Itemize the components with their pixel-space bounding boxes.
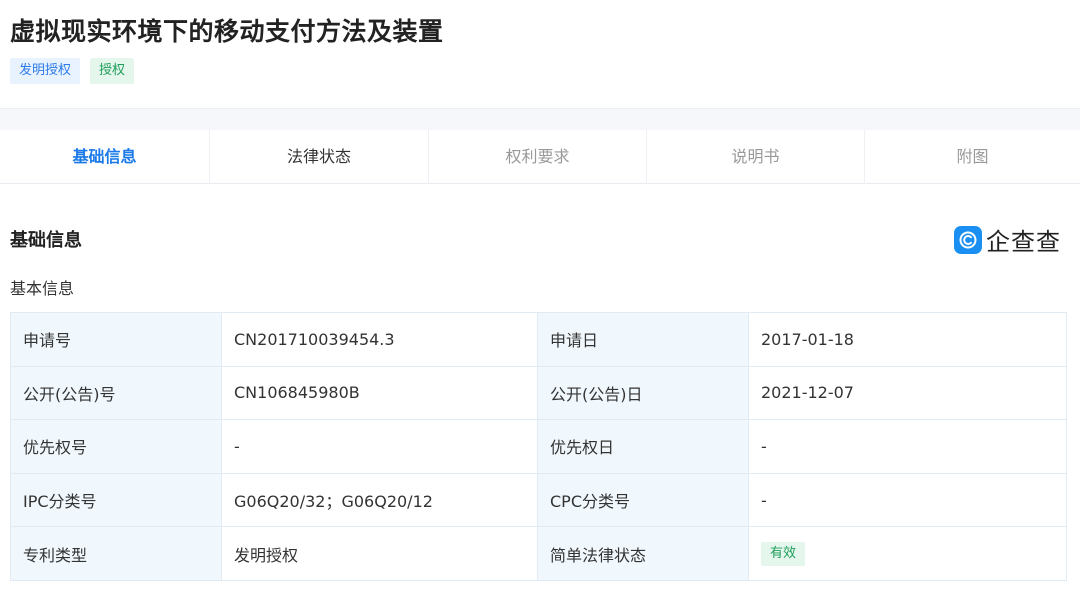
table-row: 专利类型 发明授权 简单法律状态 有效 [10,526,1067,581]
tab-drawings[interactable]: 附图 [865,130,1080,184]
tab-basic-info[interactable]: 基础信息 [0,130,210,184]
tab-bar: 基础信息 法律状态 权利要求 说明书 附图 [0,130,1080,184]
tag-granted: 授权 [90,58,135,84]
application-date-label: 申请日 [537,312,749,367]
publication-number-value: CN106845980B [221,365,538,421]
tab-description[interactable]: 说明书 [647,130,865,184]
brand-logo: 企查查 [954,222,1061,257]
ipc-class-value: G06Q20/32；G06Q20/12 [221,472,538,528]
legal-status-cell: 有效 [748,526,1067,581]
table-row: 申请号 CN201710039454.3 申请日 2017-01-18 [10,312,1067,367]
priority-date-value: - [748,419,1067,474]
application-number-label: 申请号 [10,312,222,367]
tag-invention-grant: 发明授权 [10,58,81,84]
publication-number-label: 公开(公告)号 [10,365,222,421]
page-title: 虚拟现实环境下的移动支付方法及装置 [10,17,444,46]
section-title: 基础信息 [10,230,82,251]
status-badge: 有效 [761,541,806,566]
table-row: 优先权号 - 优先权日 - [10,419,1067,474]
priority-number-label: 优先权号 [10,419,222,474]
cpc-class-value: - [748,472,1067,528]
patent-type-label: 专利类型 [10,526,222,581]
qichacha-logo-icon [954,225,982,254]
patent-type-value: 发明授权 [221,526,538,581]
application-date-value: 2017-01-18 [748,312,1067,367]
ipc-class-label: IPC分类号 [10,472,222,528]
basic-info-table: 申请号 CN201710039454.3 申请日 2017-01-18 公开(公… [10,312,1067,581]
table-row: IPC分类号 G06Q20/32；G06Q20/12 CPC分类号 - [10,472,1067,528]
table-row: 公开(公告)号 CN106845980B 公开(公告)日 2021-12-07 [10,365,1067,421]
priority-number-value: - [221,419,538,474]
sub-section-title: 基本信息 [10,279,75,298]
section-divider [0,108,1080,130]
brand-name: 企查查 [986,228,1061,256]
legal-status-label: 简单法律状态 [537,526,749,581]
publication-date-value: 2021-12-07 [748,365,1067,421]
tab-claims[interactable]: 权利要求 [429,130,647,184]
tab-legal-status[interactable]: 法律状态 [210,130,429,184]
publication-date-label: 公开(公告)日 [537,365,749,421]
cpc-class-label: CPC分类号 [537,472,749,528]
application-number-value: CN201710039454.3 [221,312,538,367]
priority-date-label: 优先权日 [537,419,749,474]
patent-tags: 发明授权 授权 [10,58,135,84]
